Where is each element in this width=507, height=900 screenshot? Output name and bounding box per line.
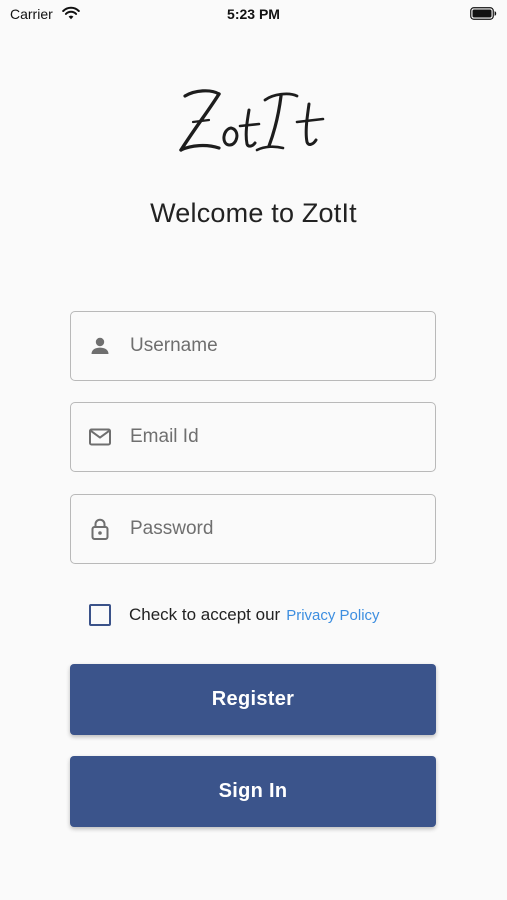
privacy-consent-row: Check to accept our Privacy Policy [89,603,380,627]
person-icon [91,337,109,354]
register-screen: Carrier 5:23 PM Welcome to ZotIt Usernam… [0,0,507,900]
status-time: 5:23 PM [227,6,280,22]
app-logo [0,82,507,164]
password-field[interactable] [70,494,436,564]
username-input[interactable] [130,335,410,357]
sign-in-button[interactable]: Sign In [70,756,436,827]
privacy-consent-label: Check to accept our [129,605,281,624]
password-input[interactable] [130,518,410,540]
email-field[interactable] [70,402,436,472]
status-bar: Carrier 5:23 PM [0,0,507,28]
mail-icon [89,428,111,446]
zotit-logo-icon [178,89,324,152]
privacy-checkbox[interactable] [89,604,111,626]
email-input[interactable] [130,426,410,448]
username-field[interactable] [70,311,436,381]
battery-icon [470,7,497,20]
privacy-policy-link[interactable]: Privacy Policy [286,607,379,624]
welcome-title: Welcome to ZotIt [150,198,357,228]
lock-icon [91,518,109,540]
register-button[interactable]: Register [70,664,436,735]
